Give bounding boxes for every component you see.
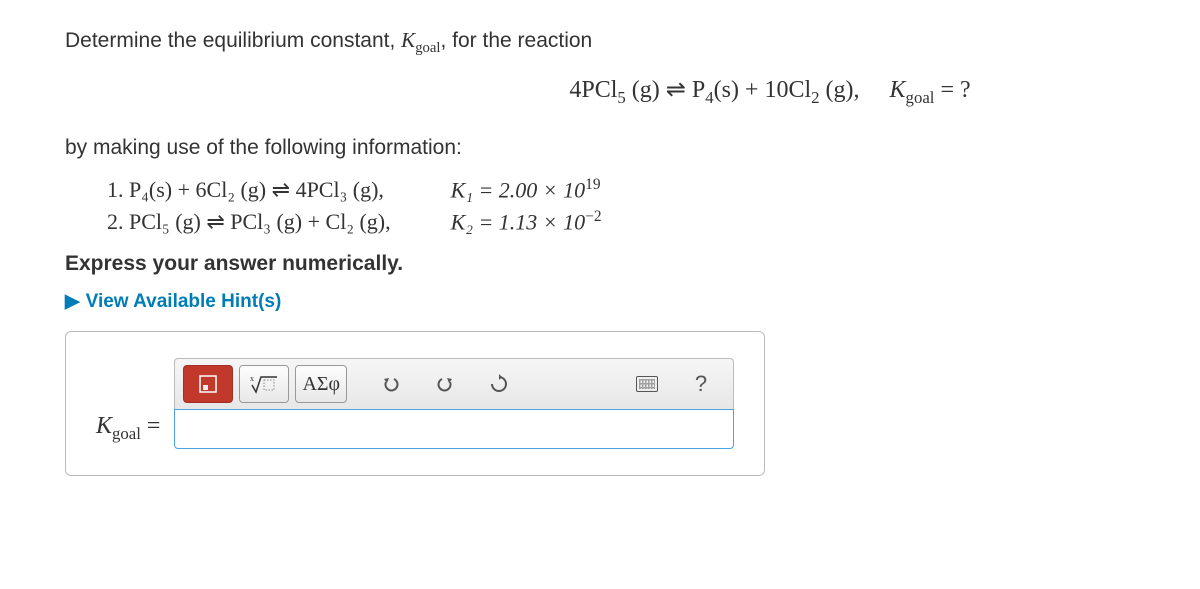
express-instruction: Express your answer numerically. [65,252,1135,276]
answer-input[interactable] [174,409,734,449]
greek-button[interactable]: ΑΣφ [295,365,347,403]
keyboard-button[interactable] [623,366,671,402]
reactions-list: 1. P₄(s) + 6Cl₂ (g) ⇌ 4PCl₃ (g), 2. PCl₅… [65,174,1135,238]
view-hints-toggle[interactable]: ▶ View Available Hint(s) [65,290,1135,313]
redo-button[interactable] [421,366,469,402]
help-button[interactable]: ? [677,366,725,402]
k1-value: K₁ = 2.00 × 1019 [451,174,602,206]
equation-toolbar: x ΑΣφ [174,358,734,409]
answer-variable-label: Kgoal = [96,413,160,450]
keyboard-icon [636,376,658,392]
question-prompt: Determine the equilibrium constant, Kgoa… [65,28,1135,57]
svg-text:x: x [250,374,254,383]
answer-container: Kgoal = x ΑΣφ [65,331,765,476]
goal-equation: 4PCl5 (g) ⇌ P4(s) + 10Cl2 (g), Kgoal = ? [65,75,1135,108]
root-button[interactable]: x [239,365,289,403]
hints-label: View Available Hint(s) [86,291,282,313]
reaction-1: 1. P₄(s) + 6Cl₂ (g) ⇌ 4PCl₃ (g), [107,174,391,206]
undo-button[interactable] [367,366,415,402]
template-button[interactable] [183,365,233,403]
reset-button[interactable] [475,366,523,402]
chevron-right-icon: ▶ [65,290,80,313]
info-line: by making use of the following informati… [65,136,1135,160]
k2-value: K₂ = 1.13 × 10−2 [451,206,602,238]
reaction-2: 2. PCl₅ (g) ⇌ PCl₃ (g) + Cl₂ (g), [107,206,391,238]
